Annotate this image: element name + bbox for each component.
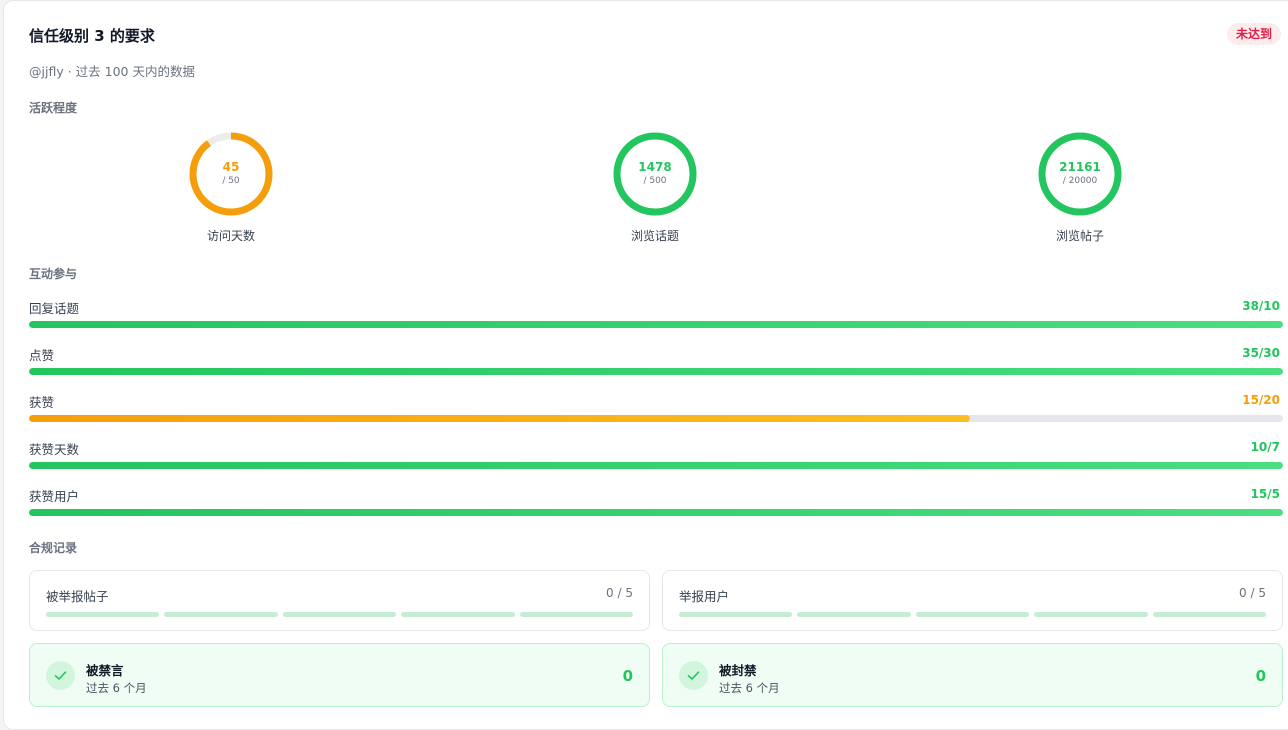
status-badge: 未达到	[1227, 23, 1282, 45]
segment	[519, 612, 634, 617]
row-label-liked-days: 获赞天数	[29, 442, 80, 457]
segment	[401, 612, 515, 617]
progress-fill	[29, 462, 1283, 469]
ring-target: / 50	[222, 176, 240, 186]
section-title-engagement: 互动参与	[29, 267, 78, 281]
ring-progress-arc	[1038, 132, 1122, 216]
segment	[282, 612, 397, 617]
report-count: 0 / 5	[1239, 586, 1266, 600]
report-label: 被举报帖子	[46, 589, 109, 604]
check-icon	[679, 661, 708, 690]
status-box-suspended: 被封禁 过去 6 个月 0	[662, 643, 1283, 707]
segment	[679, 612, 793, 617]
progress-bar-replies	[29, 321, 1283, 328]
status-count: 0	[622, 667, 633, 685]
segment	[1152, 612, 1267, 617]
report-label: 举报用户	[679, 589, 730, 604]
progress-fill	[29, 321, 1283, 328]
ring-label-topics-viewed: 浏览话题	[630, 229, 679, 243]
report-box-flagged-posts: 被举报帖子 0 / 5	[29, 570, 650, 631]
progress-fill	[29, 415, 970, 422]
ring-topics-viewed-svg	[613, 132, 697, 216]
progress-bar-likes-received	[29, 415, 1283, 422]
progress-fill	[29, 509, 1283, 516]
section-title-activity: 活跃程度	[29, 101, 78, 115]
row-value-likes-received: 15/20	[1242, 393, 1280, 407]
ring-visit-days: 45 / 50	[187, 130, 275, 218]
ring-visit-days-svg	[189, 132, 273, 216]
segment	[164, 612, 278, 617]
row-value-likes-given: 35/30	[1242, 346, 1280, 360]
ring-target: / 20000	[1062, 176, 1098, 186]
row-value-replies: 38/10	[1242, 299, 1280, 313]
row-value-liked-days: 10/7	[1250, 440, 1280, 454]
row-label-replies: 回复话题	[29, 301, 80, 316]
row-label-likes-received: 获赞	[29, 395, 55, 410]
segment	[46, 612, 160, 617]
ring-value: 1478	[638, 160, 672, 174]
segment-bar	[679, 612, 1267, 617]
ring-posts-viewed: 21161 / 20000	[1036, 130, 1124, 218]
segment	[1034, 612, 1148, 617]
report-box-flagged-users: 举报用户 0 / 5	[662, 570, 1283, 631]
ring-value: 45	[222, 160, 240, 174]
ring-label-posts-viewed: 浏览帖子	[1055, 229, 1104, 243]
ring-target: / 500	[643, 176, 667, 186]
report-count: 0 / 5	[606, 586, 633, 600]
ring-topics-viewed: 1478 / 500	[611, 130, 699, 218]
check-icon	[46, 661, 75, 690]
progress-bar-likes-given	[29, 368, 1283, 375]
status-period: 过去 6 个月	[86, 681, 147, 695]
status-name: 被封禁	[719, 663, 757, 678]
progress-fill	[29, 368, 1283, 375]
ring-posts-viewed-svg	[1038, 132, 1122, 216]
segment	[915, 612, 1030, 617]
ring-progress-arc	[613, 132, 697, 216]
status-name: 被禁言	[86, 663, 124, 678]
ring-progress-arc	[189, 132, 273, 216]
section-title-compliance: 合规记录	[29, 541, 78, 555]
ring-value: 21161	[1059, 160, 1101, 174]
segment	[797, 612, 911, 617]
row-label-likes-given: 点赞	[29, 348, 55, 363]
status-count: 0	[1255, 667, 1266, 685]
page-subtitle: @jjfly · 过去 100 天内的数据	[29, 64, 195, 79]
row-value-liked-users: 15/5	[1250, 487, 1280, 501]
progress-bar-liked-days	[29, 462, 1283, 469]
segment-bar	[46, 612, 634, 617]
page-title: 信任级别 3 的要求	[29, 27, 155, 45]
status-box-silenced: 被禁言 过去 6 个月 0	[29, 643, 650, 707]
ring-label-visit-days: 访问天数	[206, 229, 255, 243]
status-period: 过去 6 个月	[719, 681, 780, 695]
row-label-liked-users: 获赞用户	[29, 489, 80, 504]
trust-level-card: 信任级别 3 的要求 未达到 @jjfly · 过去 100 天内的数据 活跃程…	[3, 0, 1288, 730]
progress-bar-liked-users	[29, 509, 1283, 516]
